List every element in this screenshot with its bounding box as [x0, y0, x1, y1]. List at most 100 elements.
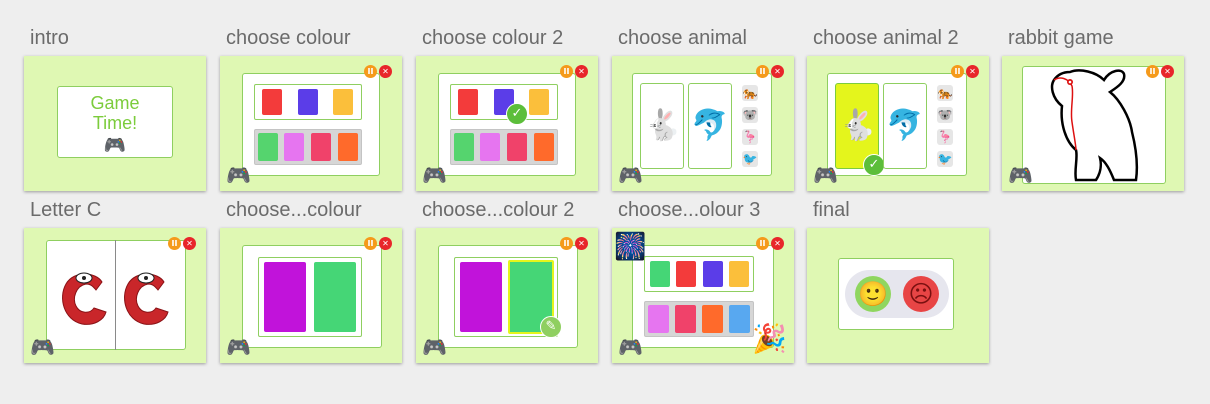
dolphin-icon: 🐬	[886, 108, 924, 143]
swatch-yellow[interactable]	[529, 89, 549, 115]
check-icon: ✓	[863, 154, 885, 176]
close-icon[interactable]: ✕	[771, 65, 784, 78]
slide-thumbnail[interactable]: II ✕ 🐇 ✓ 🐬 🐅 🐨 🦩 🐦 🎮	[807, 56, 989, 191]
gamepad-icon: 🎮	[813, 165, 838, 187]
swatch-red[interactable]	[262, 89, 282, 115]
gamepad-icon: 🎮	[618, 165, 643, 187]
swatch-purple[interactable]	[460, 262, 502, 332]
slide-thumbnail[interactable]: II ✕ ✓ 🎮	[416, 56, 598, 191]
slide-thumbnail[interactable]: 🙂 ☹	[807, 228, 989, 363]
swatch-blue[interactable]	[703, 261, 723, 287]
tiger-icon[interactable]: 🐅	[742, 85, 758, 101]
flamingo-icon[interactable]: 🦩	[937, 129, 953, 145]
sad-face-icon[interactable]: ☹	[903, 276, 939, 312]
slide-thumbnail[interactable]: II ✕ 🎆 🎉 🎮	[612, 228, 794, 363]
swatch-green[interactable]	[314, 262, 356, 332]
slide-thumbnail[interactable]: II ✕ 🎮	[220, 56, 402, 191]
swatch-sky[interactable]	[729, 305, 750, 333]
pause-icon[interactable]: II	[560, 237, 573, 250]
gamepad-icon: 🎮	[1008, 165, 1033, 187]
slide-label: choose animal	[618, 27, 747, 49]
gamepad-icon: 🎮	[30, 337, 55, 359]
swatch-blue[interactable]	[298, 89, 318, 115]
rabbit-icon: 🐇	[839, 108, 877, 143]
koala-icon[interactable]: 🐨	[937, 107, 953, 123]
slide-thumbnail[interactable]: II ✕ 🎮	[24, 228, 206, 363]
slide-label: intro	[30, 27, 69, 49]
gamepad-icon: 🎮	[226, 165, 251, 187]
swatch-orange[interactable]	[534, 133, 554, 161]
slide-thumbnail[interactable]: II ✕ 🎮	[1002, 56, 1184, 191]
slide-thumbnail[interactable]: II ✕ 🎮	[220, 228, 402, 363]
close-icon[interactable]: ✕	[1161, 65, 1174, 78]
close-icon[interactable]: ✕	[575, 65, 588, 78]
pause-icon[interactable]: II	[364, 65, 377, 78]
koala-icon[interactable]: 🐨	[742, 107, 758, 123]
close-icon[interactable]: ✕	[379, 65, 392, 78]
slide-label: Letter C	[30, 199, 102, 221]
swatch-pink[interactable]	[648, 305, 669, 333]
letter-c-left-image	[62, 272, 107, 325]
close-icon[interactable]: ✕	[575, 237, 588, 250]
close-icon[interactable]: ✕	[771, 237, 784, 250]
slide-label: choose...olour 3	[618, 199, 761, 221]
slide-thumbnail[interactable]: II ✕ 🐇 🐬 🐅 🐨 🦩 🐦 🎮	[612, 56, 794, 191]
slide-thumbnail[interactable]: Game Time! 🎮	[24, 56, 206, 191]
fireworks-icon: 🎆	[614, 232, 647, 262]
slide-controls: II ✕	[560, 237, 588, 250]
slide-controls: II ✕	[951, 65, 979, 78]
gamepad-icon: 🎮	[103, 135, 127, 155]
slide-thumbnail[interactable]: II ✕ ✎ 🎮	[416, 228, 598, 363]
gamepad-icon: 🎮	[226, 337, 251, 359]
slide-label: choose colour 2	[422, 27, 564, 49]
swatch-magenta[interactable]	[675, 305, 696, 333]
gamepad-icon: 🎮	[422, 165, 447, 187]
rabbit-icon: 🐇	[644, 108, 682, 143]
check-icon: ✓	[506, 103, 528, 125]
swatch-magenta[interactable]	[507, 133, 527, 161]
swatch-magenta[interactable]	[311, 133, 331, 161]
slide-label: rabbit game	[1008, 27, 1114, 49]
swatch-orange[interactable]	[702, 305, 723, 333]
slide-controls: II ✕	[364, 65, 392, 78]
swatch-green[interactable]	[650, 261, 670, 287]
pause-icon[interactable]: II	[364, 237, 377, 250]
swatch-red[interactable]	[458, 89, 478, 115]
slide-controls: II ✕	[364, 237, 392, 250]
slide-label: choose...colour 2	[422, 199, 575, 221]
swatch-green[interactable]	[454, 133, 474, 161]
title-line-2: Time!	[92, 113, 138, 133]
close-icon[interactable]: ✕	[966, 65, 979, 78]
swatch-pink[interactable]	[284, 133, 304, 161]
slide-label: choose animal 2	[813, 27, 959, 49]
swatch-orange[interactable]	[338, 133, 358, 161]
close-icon[interactable]: ✕	[183, 237, 196, 250]
pause-icon[interactable]: II	[756, 237, 769, 250]
swatch-pink[interactable]	[480, 133, 500, 161]
page-divider	[115, 240, 116, 350]
pause-icon[interactable]: II	[951, 65, 964, 78]
rabbit-outline-drawing[interactable]	[1040, 66, 1152, 186]
dolphin-icon: 🐬	[691, 108, 729, 143]
bird-icon[interactable]: 🐦	[742, 151, 758, 167]
swatch-yellow[interactable]	[333, 89, 353, 115]
flamingo-icon[interactable]: 🦩	[742, 129, 758, 145]
swatch-red[interactable]	[676, 261, 696, 287]
bird-icon[interactable]: 🐦	[937, 151, 953, 167]
slide-label: final	[813, 199, 850, 221]
pause-icon[interactable]: II	[560, 65, 573, 78]
slide-label: choose colour	[226, 27, 351, 49]
pause-icon[interactable]: II	[756, 65, 769, 78]
slide-controls: II ✕	[756, 237, 784, 250]
swatch-yellow[interactable]	[729, 261, 749, 287]
pause-icon[interactable]: II	[168, 237, 181, 250]
gamepad-icon: 🎮	[618, 337, 643, 359]
letter-c-right-image	[124, 272, 169, 325]
tiger-icon[interactable]: 🐅	[937, 85, 953, 101]
title-card: Game Time! 🎮	[57, 86, 173, 158]
happy-face-icon[interactable]: 🙂	[855, 276, 891, 312]
slide-controls: II ✕	[168, 237, 196, 250]
close-icon[interactable]: ✕	[379, 237, 392, 250]
swatch-green[interactable]	[258, 133, 278, 161]
swatch-purple[interactable]	[264, 262, 306, 332]
